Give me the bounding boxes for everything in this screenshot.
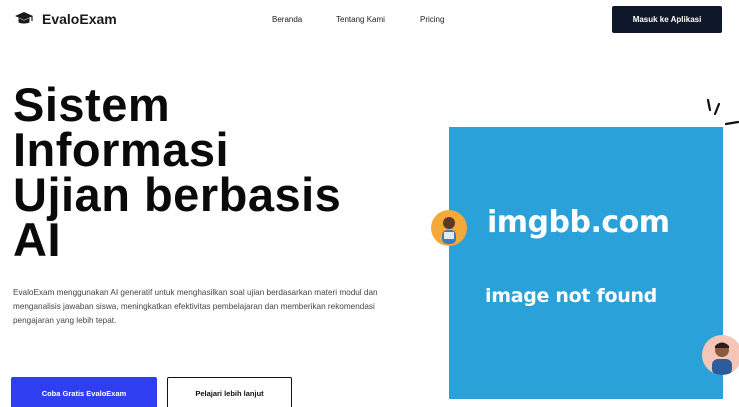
person-icon	[442, 217, 456, 244]
hero-title-line: Ujian berbasis	[13, 168, 342, 221]
avatar	[702, 335, 739, 375]
image-not-found-text: image not found	[485, 285, 657, 307]
image-host-text: imgbb.com	[487, 205, 670, 240]
hero-description: EvaloExam menggunakan AI generatif untuk…	[13, 288, 378, 325]
decorative-strokes	[706, 98, 739, 126]
avatar	[431, 210, 467, 246]
login-button[interactable]: Masuk ke Aplikasi	[612, 6, 722, 33]
hero-title-line: Informasi	[13, 123, 230, 176]
hero-image-placeholder: imgbb.com image not found	[449, 127, 723, 399]
nav-link-pricing[interactable]: Pricing	[420, 15, 444, 24]
hero-title: Sistem Informasi Ujian berbasis AI	[13, 78, 413, 266]
brand-logo[interactable]: EvaloExam	[14, 10, 117, 28]
top-navbar: EvaloExam Beranda Tentang Kami Pricing M…	[0, 0, 739, 40]
learn-more-button[interactable]: Pelajari lebih lanjut	[167, 377, 292, 407]
hero-title-line: AI	[13, 213, 61, 266]
hero-title-line: Sistem	[13, 78, 171, 131]
graduation-cap-icon	[15, 12, 33, 24]
brand-name: EvaloExam	[42, 11, 117, 27]
try-free-button[interactable]: Coba Gratis EvaloExam	[11, 377, 157, 407]
nav-link-tentang-kami[interactable]: Tentang Kami	[336, 15, 385, 24]
nav-link-beranda[interactable]: Beranda	[272, 15, 302, 24]
person-icon	[712, 342, 732, 375]
